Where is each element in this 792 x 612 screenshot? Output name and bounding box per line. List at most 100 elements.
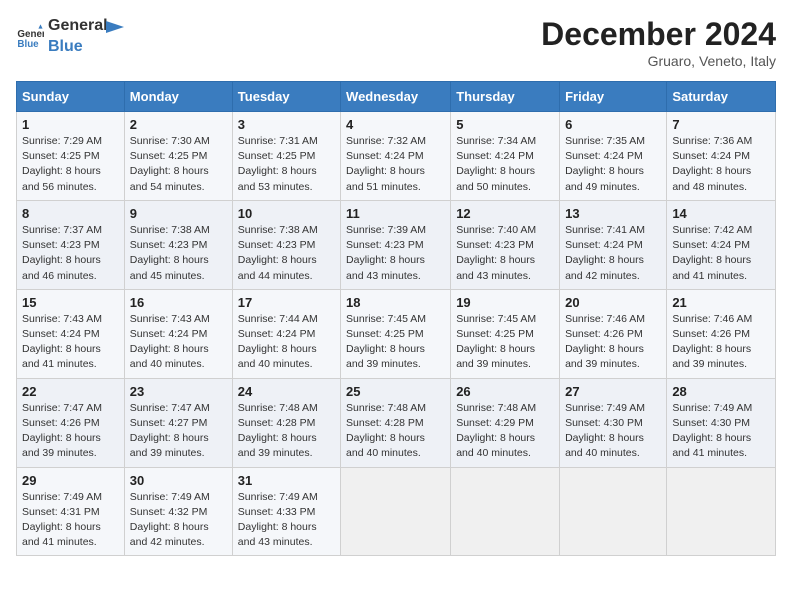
day-detail: Sunrise: 7:30 AMSunset: 4:25 PMDaylight:… (130, 135, 210, 193)
calendar-cell: 1 Sunrise: 7:29 AMSunset: 4:25 PMDayligh… (17, 112, 125, 201)
day-detail: Sunrise: 7:49 AMSunset: 4:31 PMDaylight:… (22, 491, 102, 549)
calendar-header-row: SundayMondayTuesdayWednesdayThursdayFrid… (17, 82, 776, 112)
day-number: 7 (672, 117, 770, 132)
day-detail: Sunrise: 7:31 AMSunset: 4:25 PMDaylight:… (238, 135, 318, 193)
calendar-cell: 15 Sunrise: 7:43 AMSunset: 4:24 PMDaylig… (17, 289, 125, 378)
day-number: 28 (672, 384, 770, 399)
calendar-cell (451, 467, 560, 556)
day-number: 25 (346, 384, 445, 399)
day-number: 2 (130, 117, 227, 132)
day-detail: Sunrise: 7:36 AMSunset: 4:24 PMDaylight:… (672, 135, 752, 193)
day-number: 20 (565, 295, 661, 310)
logo: General Blue General Blue (16, 16, 124, 58)
day-detail: Sunrise: 7:47 AMSunset: 4:26 PMDaylight:… (22, 402, 102, 460)
col-header-wednesday: Wednesday (341, 82, 451, 112)
day-number: 6 (565, 117, 661, 132)
calendar-cell: 21 Sunrise: 7:46 AMSunset: 4:26 PMDaylig… (667, 289, 776, 378)
day-number: 29 (22, 473, 119, 488)
calendar-cell: 18 Sunrise: 7:45 AMSunset: 4:25 PMDaylig… (341, 289, 451, 378)
calendar-week-row: 15 Sunrise: 7:43 AMSunset: 4:24 PMDaylig… (17, 289, 776, 378)
day-number: 19 (456, 295, 554, 310)
calendar-cell: 6 Sunrise: 7:35 AMSunset: 4:24 PMDayligh… (560, 112, 667, 201)
day-number: 5 (456, 117, 554, 132)
day-number: 10 (238, 206, 335, 221)
calendar-cell: 22 Sunrise: 7:47 AMSunset: 4:26 PMDaylig… (17, 378, 125, 467)
col-header-friday: Friday (560, 82, 667, 112)
logo-blue: Blue (48, 37, 108, 58)
calendar-cell: 24 Sunrise: 7:48 AMSunset: 4:28 PMDaylig… (232, 378, 340, 467)
calendar-cell: 12 Sunrise: 7:40 AMSunset: 4:23 PMDaylig… (451, 200, 560, 289)
day-detail: Sunrise: 7:41 AMSunset: 4:24 PMDaylight:… (565, 224, 645, 282)
day-number: 31 (238, 473, 335, 488)
day-number: 4 (346, 117, 445, 132)
day-number: 11 (346, 206, 445, 221)
svg-text:Blue: Blue (17, 39, 39, 50)
logo-icon: General Blue (16, 23, 44, 51)
day-detail: Sunrise: 7:45 AMSunset: 4:25 PMDaylight:… (346, 313, 426, 371)
day-number: 23 (130, 384, 227, 399)
day-number: 18 (346, 295, 445, 310)
logo-flag-icon (106, 21, 124, 43)
day-detail: Sunrise: 7:49 AMSunset: 4:30 PMDaylight:… (672, 402, 752, 460)
calendar-cell: 13 Sunrise: 7:41 AMSunset: 4:24 PMDaylig… (560, 200, 667, 289)
day-detail: Sunrise: 7:45 AMSunset: 4:25 PMDaylight:… (456, 313, 536, 371)
day-number: 26 (456, 384, 554, 399)
calendar-cell (560, 467, 667, 556)
logo-general: General (48, 16, 108, 37)
calendar-cell: 28 Sunrise: 7:49 AMSunset: 4:30 PMDaylig… (667, 378, 776, 467)
calendar-cell (341, 467, 451, 556)
day-number: 24 (238, 384, 335, 399)
day-detail: Sunrise: 7:47 AMSunset: 4:27 PMDaylight:… (130, 402, 210, 460)
col-header-saturday: Saturday (667, 82, 776, 112)
calendar-cell: 25 Sunrise: 7:48 AMSunset: 4:28 PMDaylig… (341, 378, 451, 467)
calendar-cell: 26 Sunrise: 7:48 AMSunset: 4:29 PMDaylig… (451, 378, 560, 467)
calendar-cell: 30 Sunrise: 7:49 AMSunset: 4:32 PMDaylig… (124, 467, 232, 556)
day-detail: Sunrise: 7:42 AMSunset: 4:24 PMDaylight:… (672, 224, 752, 282)
day-detail: Sunrise: 7:49 AMSunset: 4:32 PMDaylight:… (130, 491, 210, 549)
page-title: December 2024 (541, 16, 776, 53)
day-number: 30 (130, 473, 227, 488)
calendar-week-row: 22 Sunrise: 7:47 AMSunset: 4:26 PMDaylig… (17, 378, 776, 467)
calendar-cell: 4 Sunrise: 7:32 AMSunset: 4:24 PMDayligh… (341, 112, 451, 201)
calendar-cell: 14 Sunrise: 7:42 AMSunset: 4:24 PMDaylig… (667, 200, 776, 289)
col-header-tuesday: Tuesday (232, 82, 340, 112)
calendar-cell: 19 Sunrise: 7:45 AMSunset: 4:25 PMDaylig… (451, 289, 560, 378)
day-detail: Sunrise: 7:32 AMSunset: 4:24 PMDaylight:… (346, 135, 426, 193)
calendar-cell: 31 Sunrise: 7:49 AMSunset: 4:33 PMDaylig… (232, 467, 340, 556)
calendar-table: SundayMondayTuesdayWednesdayThursdayFrid… (16, 81, 776, 556)
day-detail: Sunrise: 7:48 AMSunset: 4:28 PMDaylight:… (238, 402, 318, 460)
day-number: 12 (456, 206, 554, 221)
calendar-cell: 16 Sunrise: 7:43 AMSunset: 4:24 PMDaylig… (124, 289, 232, 378)
col-header-monday: Monday (124, 82, 232, 112)
calendar-cell: 11 Sunrise: 7:39 AMSunset: 4:23 PMDaylig… (341, 200, 451, 289)
calendar-week-row: 1 Sunrise: 7:29 AMSunset: 4:25 PMDayligh… (17, 112, 776, 201)
day-detail: Sunrise: 7:38 AMSunset: 4:23 PMDaylight:… (130, 224, 210, 282)
calendar-cell: 2 Sunrise: 7:30 AMSunset: 4:25 PMDayligh… (124, 112, 232, 201)
day-detail: Sunrise: 7:38 AMSunset: 4:23 PMDaylight:… (238, 224, 318, 282)
day-detail: Sunrise: 7:35 AMSunset: 4:24 PMDaylight:… (565, 135, 645, 193)
calendar-week-row: 8 Sunrise: 7:37 AMSunset: 4:23 PMDayligh… (17, 200, 776, 289)
day-number: 15 (22, 295, 119, 310)
day-number: 22 (22, 384, 119, 399)
day-number: 3 (238, 117, 335, 132)
day-number: 14 (672, 206, 770, 221)
col-header-sunday: Sunday (17, 82, 125, 112)
calendar-week-row: 29 Sunrise: 7:49 AMSunset: 4:31 PMDaylig… (17, 467, 776, 556)
day-number: 16 (130, 295, 227, 310)
calendar-cell: 27 Sunrise: 7:49 AMSunset: 4:30 PMDaylig… (560, 378, 667, 467)
day-detail: Sunrise: 7:43 AMSunset: 4:24 PMDaylight:… (22, 313, 102, 371)
day-detail: Sunrise: 7:37 AMSunset: 4:23 PMDaylight:… (22, 224, 102, 282)
calendar-cell: 3 Sunrise: 7:31 AMSunset: 4:25 PMDayligh… (232, 112, 340, 201)
page-header: General Blue General Blue December 2024 … (16, 16, 776, 69)
day-detail: Sunrise: 7:46 AMSunset: 4:26 PMDaylight:… (672, 313, 752, 371)
calendar-cell: 29 Sunrise: 7:49 AMSunset: 4:31 PMDaylig… (17, 467, 125, 556)
day-detail: Sunrise: 7:29 AMSunset: 4:25 PMDaylight:… (22, 135, 102, 193)
day-detail: Sunrise: 7:34 AMSunset: 4:24 PMDaylight:… (456, 135, 536, 193)
day-number: 9 (130, 206, 227, 221)
day-detail: Sunrise: 7:39 AMSunset: 4:23 PMDaylight:… (346, 224, 426, 282)
day-detail: Sunrise: 7:43 AMSunset: 4:24 PMDaylight:… (130, 313, 210, 371)
page-subtitle: Gruaro, Veneto, Italy (541, 53, 776, 69)
calendar-cell: 5 Sunrise: 7:34 AMSunset: 4:24 PMDayligh… (451, 112, 560, 201)
calendar-cell: 23 Sunrise: 7:47 AMSunset: 4:27 PMDaylig… (124, 378, 232, 467)
day-number: 13 (565, 206, 661, 221)
